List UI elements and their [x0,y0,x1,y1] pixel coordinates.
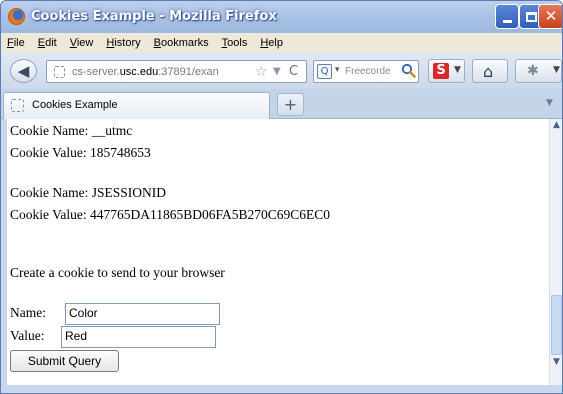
home-button[interactable]: ⌂ [472,59,508,83]
close-button[interactable]: ✕ [538,4,562,29]
cookie-value-line: Cookie Value: 447765DA11865BD06FA5B270C6… [10,207,331,222]
menu-history[interactable]: History [106,37,140,49]
addon-s-button[interactable]: S ▼ [428,59,465,83]
menu-view[interactable]: View [70,37,94,49]
page-content: Cookie Name: __utmc Cookie Value: 185748… [7,119,549,385]
scroll-down-arrow-icon[interactable]: ▼ [551,357,562,370]
reload-icon[interactable]: C [289,64,298,79]
close-icon: ✕ [544,7,558,25]
menu-file[interactable]: File [7,37,25,49]
tab-cookies-example[interactable]: Cookies Example [3,92,270,119]
cookie-value-line: Cookie Value: 185748653 [10,145,151,160]
firefox-logo-icon [8,8,25,25]
search-engine-icon[interactable]: Q [317,64,332,79]
menu-bookmarks[interactable]: Bookmarks [154,37,209,49]
cookie-name-line: Cookie Name: __utmc [10,123,133,138]
addon-dropdown-icon[interactable]: ▼ [454,65,461,75]
extension-dropdown-icon[interactable]: ▼ [553,65,560,75]
window-title: Cookies Example - Mozilla Firefox [31,9,277,24]
s-logo-icon: S [433,63,449,79]
value-field[interactable]: Red [61,326,216,348]
url-bar[interactable]: cs-server.usc.edu:37891/exan ☆ ▼ C [46,60,307,83]
tab-strip: Cookies Example + ▼ [1,89,562,119]
status-bar [1,385,562,393]
name-field[interactable]: Color [65,303,220,325]
name-label: Name: [10,305,46,320]
menu-tools[interactable]: Tools [222,37,248,49]
cookie-name-line: Cookie Name: JSESSIONID [10,185,166,200]
tab-list-icon[interactable]: ▼ [546,98,553,108]
url-host: usc.edu [119,66,159,78]
bookmark-star-icon[interactable]: ☆ [255,64,268,80]
menu-edit[interactable]: Edit [38,37,57,49]
scroll-thumb[interactable] [551,295,562,355]
vertical-scrollbar[interactable]: ▲ ▼ [549,119,562,385]
back-button[interactable]: ◀ [10,59,37,83]
create-cookie-text: Create a cookie to send to your browser [10,265,225,280]
search-engine-dropdown-icon[interactable]: ▾ [335,65,340,75]
title-bar: Cookies Example - Mozilla Firefox ✕ [1,1,562,33]
url-history-dropdown-icon[interactable]: ▼ [273,66,281,77]
back-arrow-icon: ◀ [17,62,30,80]
navigation-toolbar: ◀ cs-server.usc.edu:37891/exan ☆ ▼ C Q ▾… [1,53,562,89]
url-path: :37891/exan [158,66,219,78]
value-label: Value: [10,328,45,343]
home-icon: ⌂ [483,62,494,81]
scroll-up-arrow-icon[interactable]: ▲ [551,120,562,133]
site-identity-icon[interactable] [54,66,65,78]
new-tab-button[interactable]: + [277,93,304,116]
menu-help[interactable]: Help [260,37,283,49]
extension-button[interactable]: ✱ ▼ [515,59,562,83]
search-bar[interactable]: Q ▾ Freecorde [313,60,419,83]
tab-label: Cookies Example [32,99,118,111]
browser-window: Cookies Example - Mozilla Firefox ✕ File… [0,0,563,394]
url-text[interactable]: cs-server.usc.edu:37891/exan [72,66,242,78]
search-input[interactable]: Freecorde [345,66,391,77]
submit-query-button[interactable]: Submit Query [10,350,119,372]
minimize-button[interactable] [495,4,519,29]
minimize-icon [502,20,512,23]
puzzle-icon: ✱ [527,63,539,79]
maximize-icon [525,11,537,22]
menu-bar: File Edit View History Bookmarks Tools H… [1,33,562,53]
magnifier-icon[interactable] [401,63,416,78]
page-icon [11,99,24,112]
